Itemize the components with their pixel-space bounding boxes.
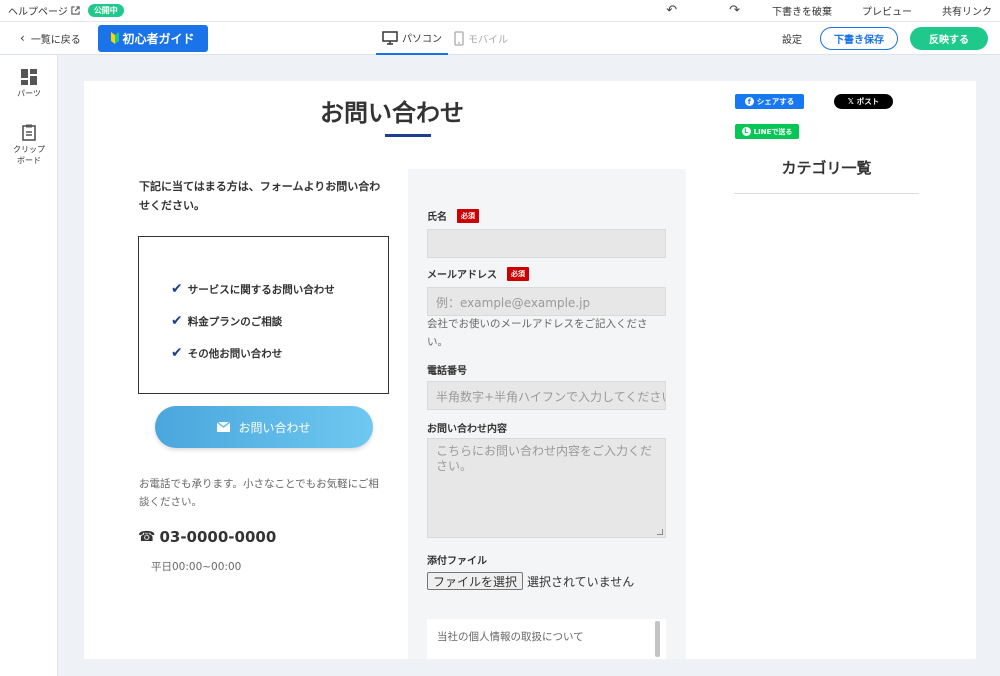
beginner-mark-icon xyxy=(111,32,120,44)
privacy-text: 当社の個人情報の取扱について xyxy=(437,631,584,643)
status-badge: 公開中 xyxy=(87,4,124,17)
settings-button[interactable]: 設定 xyxy=(782,31,802,46)
clipboard-label-2: ボード xyxy=(17,156,41,165)
checklist-item: ✔ その他お問い合わせ xyxy=(171,337,388,369)
message-label: お問い合わせ内容 xyxy=(427,420,507,435)
contact-form: 氏名 必須 メールアドレス 必須 例：example@example.jp 会社… xyxy=(408,169,686,659)
share-link-button[interactable]: 共有リンク xyxy=(942,3,992,18)
parts-grid-icon xyxy=(21,69,37,85)
contact-button-label: お問い合わせ xyxy=(238,420,311,435)
checklist-item-label: その他お問い合わせ xyxy=(187,347,283,360)
facebook-share-button[interactable]: f シェアする xyxy=(735,94,804,109)
help-page-link[interactable]: ヘルプページ xyxy=(8,3,80,18)
page-title: お問い合わせ xyxy=(320,99,464,127)
line-share-label: LINEで送る xyxy=(753,127,793,136)
clipboard-label-1: クリップ xyxy=(13,145,45,154)
redo-icon[interactable]: ↷ xyxy=(729,3,740,18)
facebook-share-label: シェアする xyxy=(756,97,795,106)
left-rail: パーツ クリップ ボード xyxy=(0,55,58,676)
help-page-label: ヘルプページ xyxy=(8,7,68,18)
phone-number: ☎ 03-0000-0000 xyxy=(138,528,276,546)
line-share-button[interactable]: L LINEで送る xyxy=(735,124,799,139)
x-post-label: ポスト xyxy=(856,97,880,106)
beginner-guide-label: 初心者ガイド xyxy=(122,31,195,46)
email-input[interactable]: 例：example@example.jp xyxy=(427,287,666,316)
clipboard-button[interactable]: クリップ ボード xyxy=(0,124,58,166)
top-actions: ↶ ↷ 下書きを破棄 プレビュー 共有リンク xyxy=(636,3,992,18)
desktop-icon xyxy=(382,30,398,45)
phone-input[interactable]: 半角数字+半角ハイフンで入力してください xyxy=(427,381,666,410)
facebook-icon: f xyxy=(744,97,754,106)
phone-label: 電話番号 xyxy=(427,362,467,377)
check-icon: ✔ xyxy=(171,313,183,329)
line-icon: L xyxy=(741,127,751,136)
preview-button[interactable]: プレビュー xyxy=(862,3,912,18)
name-input[interactable] xyxy=(427,229,666,258)
checklist-item-label: サービスに関するお問い合わせ xyxy=(187,283,335,296)
mobile-icon xyxy=(454,31,464,46)
name-label-text: 氏名 xyxy=(427,212,447,223)
phone-label-text: 電話番号 xyxy=(427,366,467,377)
email-label: メールアドレス 必須 xyxy=(427,266,529,281)
intro-text: 下記に当てはまる方は、フォームよりお問い合わせください。 xyxy=(139,180,381,212)
device-tabs: パソコン モバイル xyxy=(376,22,514,55)
tab-mobile-label: モバイル xyxy=(468,35,508,46)
message-textarea[interactable]: こちらにお問い合わせ内容をご入力ください。 xyxy=(427,438,666,538)
message-label-text: お問い合わせ内容 xyxy=(427,424,507,435)
phone-icon: ☎ xyxy=(138,529,156,545)
privacy-scrollbar[interactable] xyxy=(655,621,660,657)
email-help-text: 会社でお使いのメールアドレスをご記入ください。 xyxy=(427,318,648,348)
back-to-list-button[interactable]: ‹ 一覧に戻る xyxy=(0,31,98,46)
required-badge: 必須 xyxy=(457,208,479,223)
email-label-text: メールアドレス xyxy=(427,270,497,281)
check-icon: ✔ xyxy=(171,345,183,361)
inquiry-checklist: ✔ サービスに関するお問い合わせ ✔ 料金プランのご相談 ✔ その他お問い合わせ xyxy=(138,236,389,394)
checklist-item: ✔ サービスに関するお問い合わせ xyxy=(171,273,388,305)
checklist-item-label: 料金プランのご相談 xyxy=(187,315,283,328)
discard-draft-button[interactable]: 下書きを破棄 xyxy=(772,3,832,18)
category-title: カテゴリ一覧 xyxy=(781,159,872,177)
chevron-left-icon: ‹ xyxy=(20,31,25,45)
phone-number-text: 03-0000-0000 xyxy=(159,528,277,546)
publish-button[interactable]: 反映する xyxy=(910,27,988,50)
top-bar: ヘルプページ 公開中 ↶ ↷ 下書きを破棄 プレビュー 共有リンク xyxy=(0,0,1000,22)
editor-toolbar: ‹ 一覧に戻る 初心者ガイド パソコン モバイル 設定 下書き保存 反映する xyxy=(0,22,1000,55)
save-draft-button[interactable]: 下書き保存 xyxy=(820,27,898,50)
phone-note: お電話でも承ります。小さなことでもお気軽にご相談ください。 xyxy=(139,478,379,508)
beginner-guide-button[interactable]: 初心者ガイド xyxy=(98,24,208,52)
page-canvas: お問い合わせ 下記に当てはまる方は、フォームよりお問い合わせください。 ✔ サー… xyxy=(84,81,976,659)
tab-mobile[interactable]: モバイル xyxy=(448,22,514,55)
back-label: 一覧に戻る xyxy=(30,34,81,46)
external-link-icon xyxy=(71,6,80,15)
choose-file-button[interactable]: ファイルを選択 xyxy=(427,572,524,590)
parts-label: パーツ xyxy=(17,89,41,98)
checklist-item: ✔ 料金プランのご相談 xyxy=(171,305,388,337)
file-label-text: 添付ファイル xyxy=(427,556,487,567)
name-label: 氏名 必須 xyxy=(427,208,479,223)
undo-icon[interactable]: ↶ xyxy=(666,3,677,18)
resize-handle[interactable] xyxy=(657,529,663,535)
category-divider xyxy=(734,193,919,194)
x-post-button[interactable]: 𝕏 ポスト xyxy=(834,94,893,109)
title-underline xyxy=(385,134,431,137)
toolbar-actions: 設定 下書き保存 反映する xyxy=(782,22,988,55)
business-hours: 平日00:00~00:00 xyxy=(151,561,242,573)
check-icon: ✔ xyxy=(171,281,183,297)
contact-button[interactable]: お問い合わせ xyxy=(155,406,373,448)
required-badge: 必須 xyxy=(507,266,529,281)
parts-button[interactable]: パーツ xyxy=(0,69,58,99)
file-status: 選択されていません xyxy=(527,574,635,589)
tab-pc-label: パソコン xyxy=(402,34,442,45)
x-icon: 𝕏 xyxy=(847,97,854,106)
privacy-policy-box[interactable]: 当社の個人情報の取扱について xyxy=(427,619,666,659)
clipboard-icon xyxy=(22,124,36,141)
file-input: ファイルを選択 選択されていません xyxy=(427,572,634,590)
tab-pc[interactable]: パソコン xyxy=(376,22,448,55)
envelope-icon xyxy=(217,422,231,432)
file-label: 添付ファイル xyxy=(427,552,487,567)
message-placeholder: こちらにお問い合わせ内容をご入力ください。 xyxy=(436,444,653,473)
